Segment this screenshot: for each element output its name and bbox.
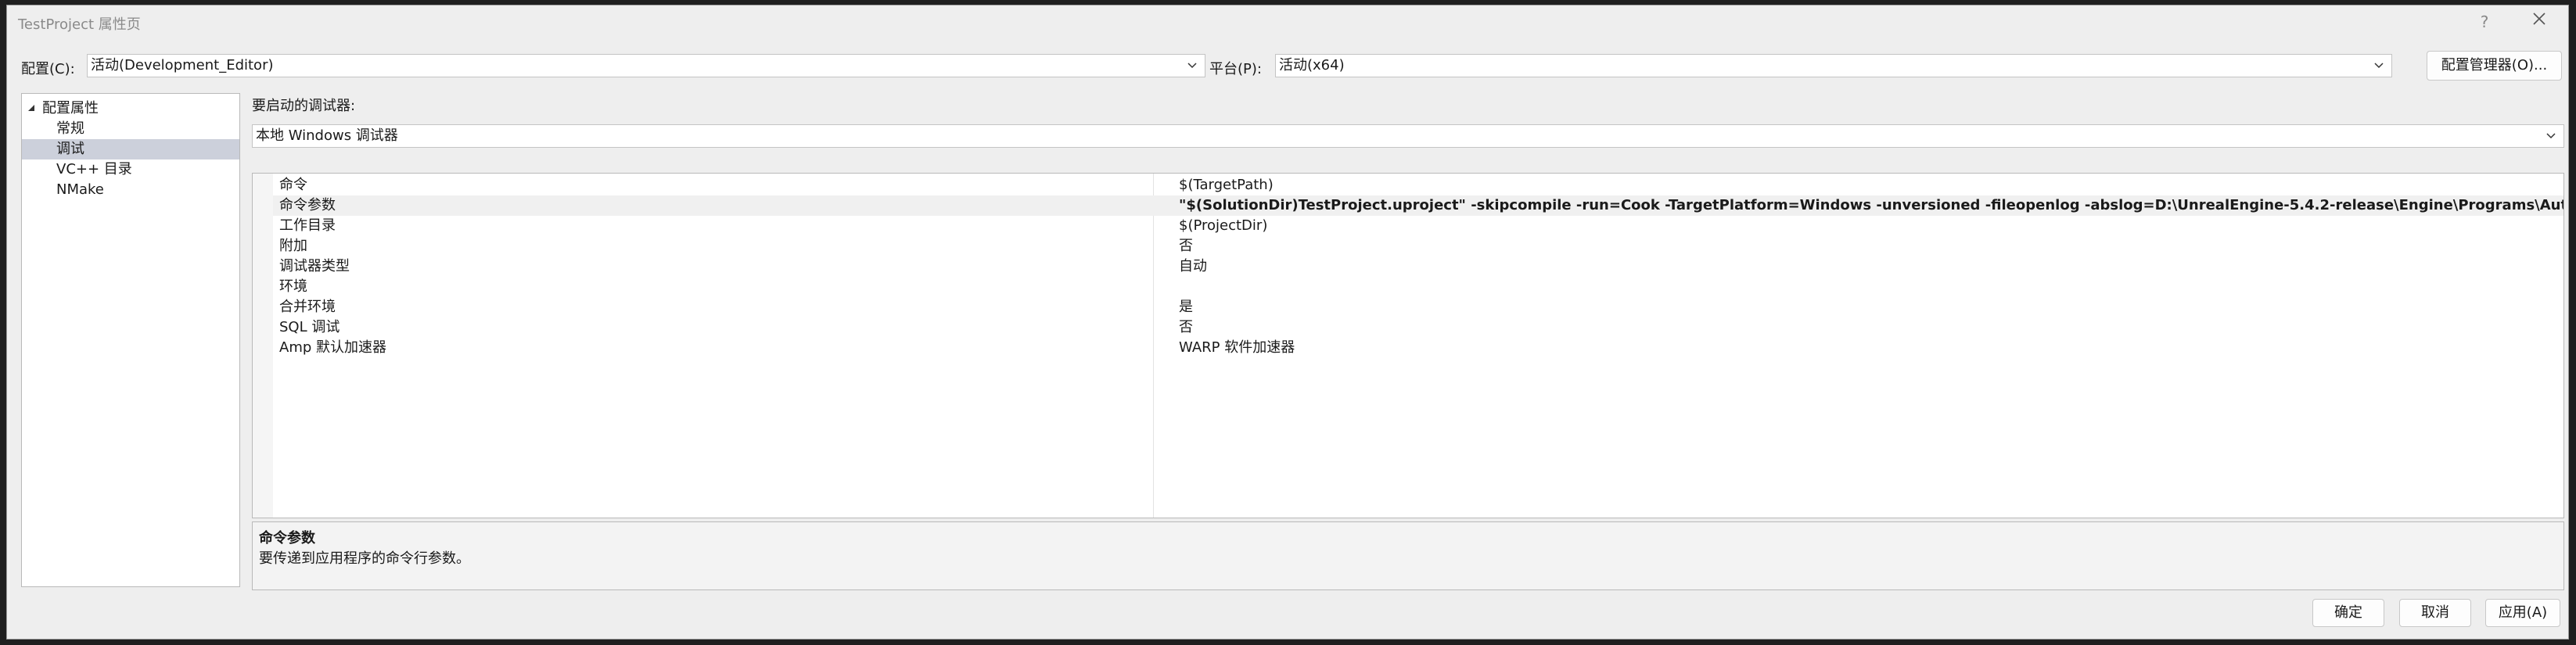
- property-name: 环境: [279, 278, 307, 295]
- chevron-down-icon: [2371, 55, 2387, 77]
- tree-item-nmake[interactable]: NMake: [22, 180, 239, 200]
- tree-root-label: 配置属性: [42, 100, 99, 116]
- config-label: 配置(C):: [21, 61, 75, 77]
- property-value[interactable]: WARP 软件加速器: [1179, 338, 1295, 358]
- tree-item-general[interactable]: 常规: [22, 119, 239, 139]
- chevron-down-icon: [2543, 125, 2559, 147]
- grid-gutter: [253, 174, 273, 518]
- expand-triangle-icon[interactable]: [27, 99, 36, 119]
- property-value[interactable]: 自动: [1179, 256, 1207, 277]
- property-value[interactable]: 是: [1179, 297, 1193, 317]
- chevron-down-icon: [1184, 55, 1200, 77]
- property-name: 调试器类型: [279, 258, 350, 274]
- tree-item-label: NMake: [56, 181, 104, 198]
- config-manager-button[interactable]: 配置管理器(O)...: [2427, 51, 2562, 81]
- property-row-sql-debugging[interactable]: SQL 调试 否: [273, 317, 2563, 338]
- property-row-merge-environment[interactable]: 合并环境 是: [273, 297, 2563, 317]
- close-icon[interactable]: [2527, 10, 2551, 34]
- property-row-environment[interactable]: 环境: [273, 277, 2563, 297]
- tree-item-vc-directories[interactable]: VC++ 目录: [22, 159, 239, 180]
- property-name: 合并环境: [279, 299, 336, 315]
- property-value[interactable]: $(TargetPath): [1179, 175, 1274, 195]
- property-value[interactable]: 否: [1179, 317, 1193, 338]
- config-value: 活动(Development_Editor): [91, 57, 274, 73]
- ok-button[interactable]: 确定: [2312, 599, 2384, 627]
- tree-item-debugging[interactable]: 调试: [22, 139, 239, 159]
- property-row-command[interactable]: 命令 $(TargetPath): [273, 175, 2563, 195]
- property-name: 工作目录: [279, 217, 336, 234]
- property-row-amp-accelerator[interactable]: Amp 默认加速器 WARP 软件加速器: [273, 338, 2563, 358]
- property-value[interactable]: 否: [1179, 236, 1193, 256]
- tree-item-label: 调试: [56, 141, 84, 157]
- tree-item-label: 常规: [56, 120, 84, 137]
- property-value[interactable]: $(ProjectDir): [1179, 216, 1267, 236]
- property-row-working-directory[interactable]: 工作目录 $(ProjectDir): [273, 216, 2563, 236]
- debugger-value: 本地 Windows 调试器: [256, 127, 398, 144]
- cancel-button[interactable]: 取消: [2399, 599, 2471, 627]
- description-panel: 命令参数 要传递到应用程序的命令行参数。: [252, 521, 2564, 590]
- description-title: 命令参数: [259, 530, 315, 546]
- property-name: 命令: [279, 177, 307, 193]
- property-value[interactable]: "$(SolutionDir)TestProject.uproject" -sk…: [1179, 195, 2563, 216]
- property-name: 命令参数: [279, 197, 336, 213]
- property-row-command-arguments[interactable]: 命令参数 "$(SolutionDir)TestProject.uproject…: [273, 195, 2563, 216]
- platform-select[interactable]: 活动(x64): [1275, 54, 2392, 77]
- property-row-attach[interactable]: 附加 否: [273, 236, 2563, 256]
- property-name: 附加: [279, 238, 307, 254]
- tree-item-label: VC++ 目录: [56, 161, 132, 177]
- property-row-debugger-type[interactable]: 调试器类型 自动: [273, 256, 2563, 277]
- property-name: SQL 调试: [279, 319, 340, 335]
- platform-label: 平台(P):: [1209, 61, 1262, 77]
- debugger-label: 要启动的调试器:: [252, 98, 356, 114]
- tree-root-config-properties[interactable]: 配置属性: [22, 99, 239, 119]
- description-text: 要传递到应用程序的命令行参数。: [259, 550, 470, 567]
- help-icon[interactable]: ?: [2473, 10, 2496, 34]
- property-grid: 命令 $(TargetPath) 命令参数 "$(SolutionDir)Tes…: [252, 173, 2564, 518]
- title-bar: TestProject 属性页 ?: [7, 5, 2568, 38]
- apply-button[interactable]: 应用(A): [2485, 599, 2560, 627]
- window-title: TestProject 属性页: [18, 16, 141, 33]
- config-tree: 配置属性 常规 调试 VC++ 目录 NMake: [21, 93, 240, 587]
- config-select[interactable]: 活动(Development_Editor): [87, 54, 1205, 77]
- property-pages-dialog: TestProject 属性页 ? 配置(C): 活动(Development_…: [6, 5, 2569, 640]
- property-name: Amp 默认加速器: [279, 339, 386, 356]
- platform-value: 活动(x64): [1279, 57, 1345, 73]
- debugger-select[interactable]: 本地 Windows 调试器: [252, 124, 2564, 148]
